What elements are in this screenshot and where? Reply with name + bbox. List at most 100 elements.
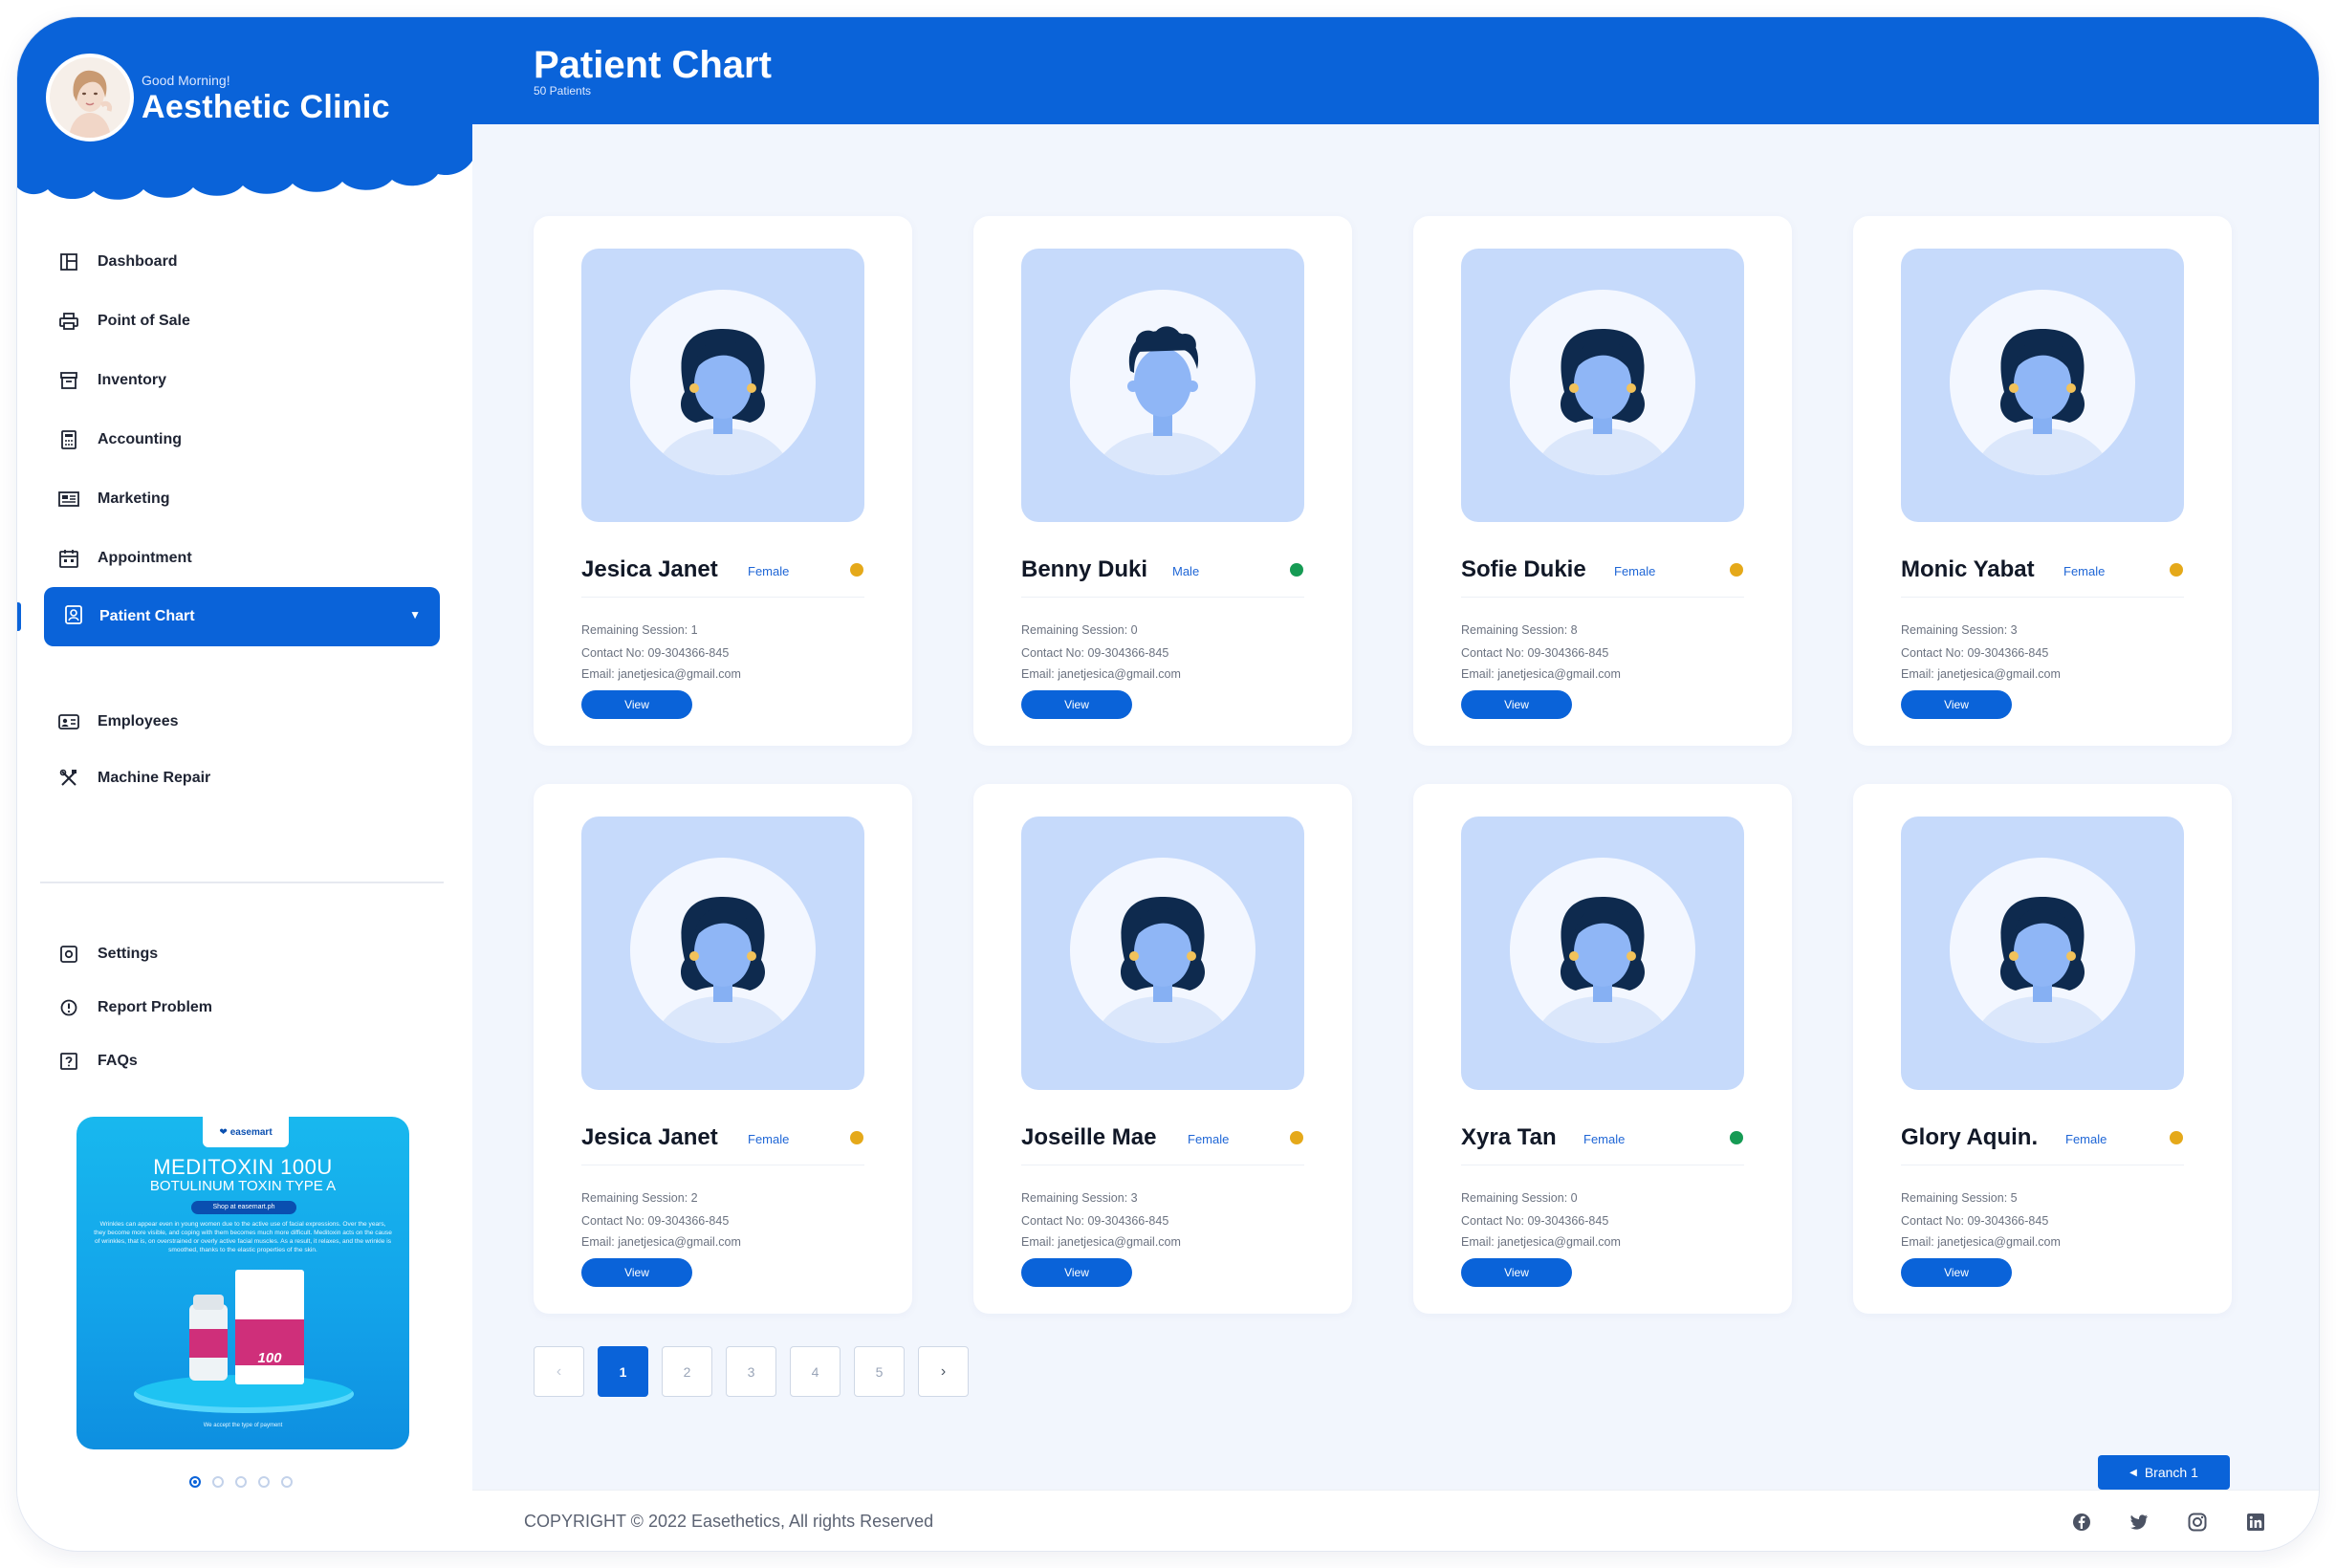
- gear-icon: [57, 943, 80, 966]
- remaining-sessions: Remaining Session: 0: [1021, 623, 1138, 637]
- sidebar-item-label: Point of Sale: [98, 313, 190, 329]
- copyright-text: COPYRIGHT © 2022 Easethetics, All rights…: [524, 1512, 934, 1531]
- patient-email: Email: janetjesica@gmail.com: [1021, 1235, 1181, 1249]
- patient-photo[interactable]: [1021, 817, 1304, 1090]
- patient-email: Email: janetjesica@gmail.com: [1461, 667, 1621, 681]
- page-button[interactable]: 2: [662, 1346, 712, 1397]
- sidebar-item-settings[interactable]: Settings: [57, 935, 158, 973]
- sidebar-item-report-problem[interactable]: Report Problem: [57, 989, 212, 1027]
- chevron-left-icon[interactable]: ‹: [534, 1346, 584, 1397]
- twitter-icon[interactable]: [2129, 1512, 2150, 1533]
- sidebar-item-label: Machine Repair: [98, 770, 211, 786]
- patient-photo[interactable]: [1461, 817, 1744, 1090]
- patient-email: Email: janetjesica@gmail.com: [581, 667, 741, 681]
- patient-name: Xyra Tan: [1461, 1124, 1557, 1150]
- branch-label: Branch 1: [2144, 1465, 2198, 1480]
- chevron-down-icon[interactable]: ▼: [409, 608, 421, 621]
- linkedin-icon[interactable]: [2245, 1512, 2266, 1533]
- contact-number: Contact No: 09-304366-845: [1461, 646, 1609, 660]
- patient-name: Monic Yabat: [1901, 556, 2035, 582]
- promo-shop-link[interactable]: Shop at easemart.ph: [191, 1201, 296, 1214]
- patient-photo[interactable]: [1461, 249, 1744, 522]
- contact-number: Contact No: 09-304366-845: [1021, 646, 1169, 660]
- view-button[interactable]: View: [1021, 1258, 1132, 1287]
- carousel-dot[interactable]: [189, 1476, 201, 1488]
- sidebar: Good Morning! Aesthetic Clinic Dashboard…: [17, 17, 472, 1551]
- patient-email: Email: janetjesica@gmail.com: [1901, 667, 2061, 681]
- sidebar-item-label: Accounting: [98, 431, 182, 447]
- active-nav-marker: [17, 602, 21, 631]
- carousel-dot[interactable]: [258, 1476, 270, 1488]
- sidebar-item-faqs[interactable]: FAQs: [57, 1042, 138, 1080]
- contact-number: Contact No: 09-304366-845: [1021, 1214, 1169, 1228]
- patient-id-icon: [65, 604, 82, 629]
- page-header: Patient Chart 50 Patients: [472, 17, 2319, 124]
- printer-icon: [57, 310, 80, 333]
- carousel-dot[interactable]: [281, 1476, 293, 1488]
- sidebar-item-label: Report Problem: [98, 999, 213, 1015]
- view-button[interactable]: View: [581, 1258, 692, 1287]
- sidebar-item-label: Settings: [98, 946, 159, 962]
- page-button[interactable]: 3: [726, 1346, 776, 1397]
- carousel-dots: [189, 1476, 293, 1488]
- patient-name: Sofie Dukie: [1461, 556, 1586, 582]
- patient-photo[interactable]: [1021, 249, 1304, 522]
- carousel-dot[interactable]: [235, 1476, 247, 1488]
- page-button[interactable]: 4: [790, 1346, 841, 1397]
- brand-logo-icon: ❤: [219, 1126, 228, 1138]
- sidebar-item-inventory[interactable]: Inventory: [57, 361, 166, 400]
- card-divider: [1461, 597, 1744, 598]
- remaining-sessions: Remaining Session: 0: [1461, 1191, 1578, 1205]
- product-units-label: units: [261, 1365, 278, 1374]
- branch-button[interactable]: ◀ Branch 1: [2098, 1455, 2230, 1490]
- view-button[interactable]: View: [1461, 690, 1572, 719]
- sidebar-item-employees[interactable]: Employees: [57, 703, 178, 741]
- patient-photo[interactable]: [1901, 817, 2184, 1090]
- patient-gender: Female: [2065, 1132, 2107, 1146]
- patient-photo[interactable]: [1901, 249, 2184, 522]
- view-button[interactable]: View: [1901, 690, 2012, 719]
- chevron-right-icon[interactable]: ›: [918, 1346, 969, 1397]
- patient-email: Email: janetjesica@gmail.com: [1461, 1235, 1621, 1249]
- page-button[interactable]: 1: [598, 1346, 648, 1397]
- clinic-avatar[interactable]: [46, 54, 134, 142]
- sidebar-item-point-of-sale[interactable]: Point of Sale: [57, 302, 190, 340]
- facebook-icon[interactable]: [2071, 1512, 2092, 1533]
- card-divider: [581, 597, 864, 598]
- sidebar-item-label: Inventory: [98, 372, 167, 388]
- patient-photo[interactable]: [581, 249, 864, 522]
- patient-card: Sofie Dukie Female Remaining Session: 8 …: [1413, 216, 1792, 746]
- carousel-dot[interactable]: [212, 1476, 224, 1488]
- newspaper-icon: [57, 488, 80, 511]
- patient-email: Email: janetjesica@gmail.com: [1901, 1235, 2061, 1249]
- patient-name: Jesica Janet: [581, 556, 718, 582]
- status-dot: [850, 563, 863, 577]
- status-dot: [2170, 1131, 2183, 1144]
- sidebar-item-label: Employees: [98, 713, 179, 730]
- sidebar-item-marketing[interactable]: Marketing: [57, 480, 170, 518]
- sidebar-item-label: Dashboard: [98, 253, 178, 270]
- page-button[interactable]: 5: [854, 1346, 905, 1397]
- view-button[interactable]: View: [1901, 1258, 2012, 1287]
- promo-subtitle: BOTULINUM TOXIN TYPE A: [149, 1178, 337, 1194]
- contact-number: Contact No: 09-304366-845: [581, 646, 730, 660]
- remaining-sessions: Remaining Session: 3: [1901, 623, 2018, 637]
- promo-title: MEDITOXIN 100U: [153, 1155, 333, 1179]
- status-dot: [1730, 563, 1743, 577]
- view-button[interactable]: View: [581, 690, 692, 719]
- status-dot: [1290, 563, 1303, 577]
- sidebar-item-appointment[interactable]: Appointment: [57, 539, 192, 577]
- sidebar-header: Good Morning! Aesthetic Clinic: [17, 17, 472, 213]
- view-button[interactable]: View: [1461, 1258, 1572, 1287]
- instagram-icon[interactable]: [2187, 1512, 2208, 1533]
- sidebar-item-accounting[interactable]: Accounting: [57, 421, 182, 459]
- sidebar-item-patient-chart[interactable]: Patient Chart ▼: [44, 587, 440, 646]
- remaining-sessions: Remaining Session: 8: [1461, 623, 1578, 637]
- patient-photo[interactable]: [581, 817, 864, 1090]
- promo-banner[interactable]: ❤ easemart MEDITOXIN 100U BOTULINUM TOXIN…: [76, 1117, 409, 1449]
- sidebar-item-machine-repair[interactable]: Machine Repair: [57, 759, 210, 797]
- sidebar-item-dashboard[interactable]: Dashboard: [57, 243, 178, 281]
- card-divider: [1021, 597, 1304, 598]
- patient-gender: Female: [2063, 564, 2106, 578]
- view-button[interactable]: View: [1021, 690, 1132, 719]
